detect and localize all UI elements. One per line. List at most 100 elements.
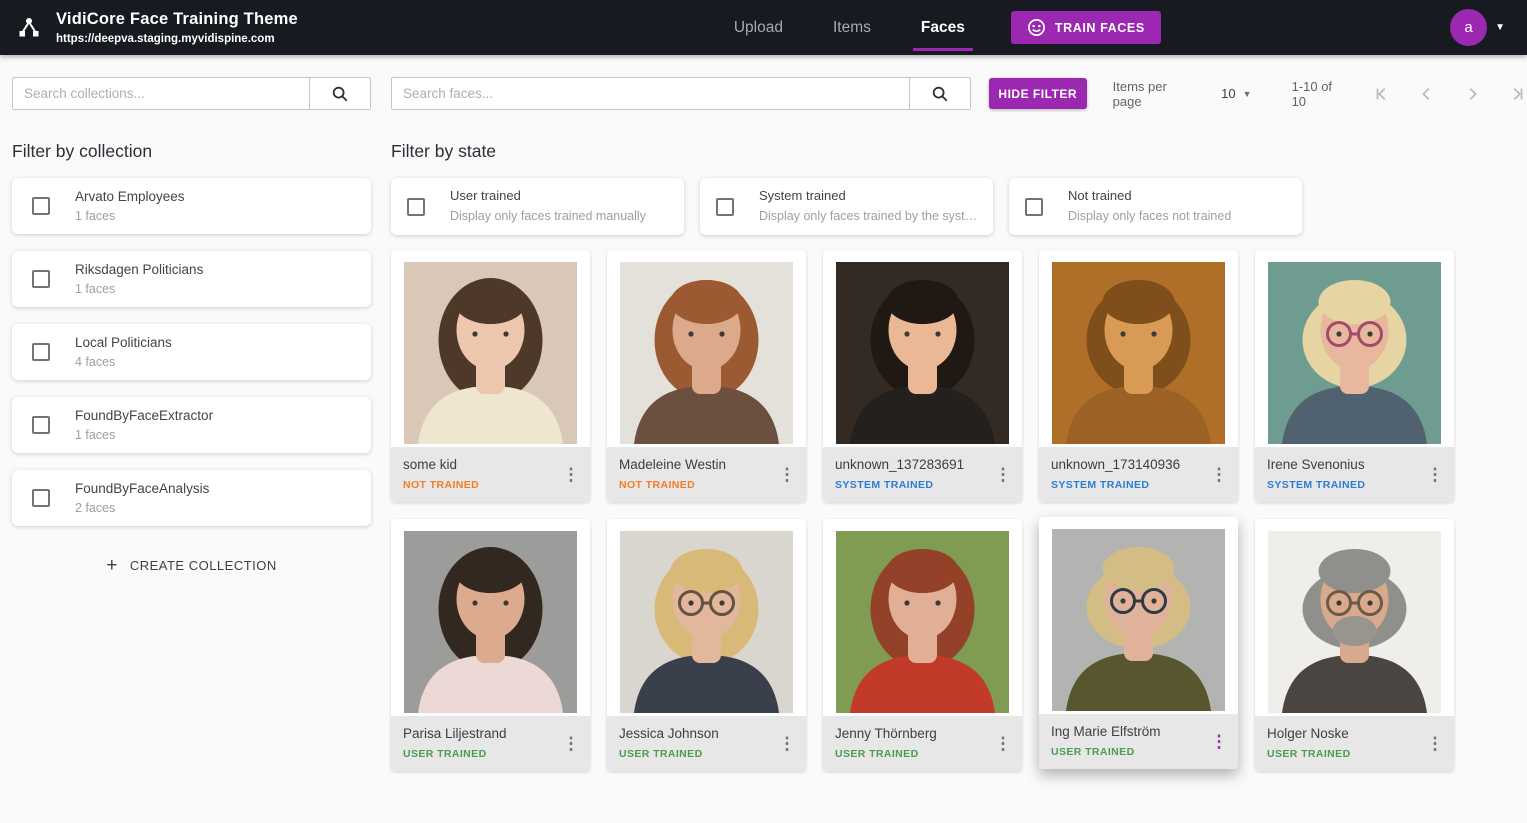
nav-tab-upload[interactable]: Upload [732, 13, 785, 43]
kebab-menu-icon[interactable]: ⋮ [988, 457, 1018, 493]
kebab-menu-icon[interactable]: ⋮ [772, 726, 802, 762]
collection-list: Arvato Employees 1 faces Riksdagen Polit… [12, 178, 371, 526]
kebab-menu-icon[interactable]: ⋮ [1204, 724, 1234, 760]
collections-search-button[interactable] [309, 78, 370, 109]
kebab-menu-icon[interactable]: ⋮ [556, 457, 586, 493]
collection-checkbox[interactable] [32, 343, 50, 361]
collection-checkbox[interactable] [32, 416, 50, 434]
face-card-footer: Ing Marie Elfström USER TRAINED ⋮ [1039, 714, 1238, 769]
state-filter-card[interactable]: Not trained Display only faces not train… [1009, 178, 1302, 235]
state-filter-text: User trained Display only faces trained … [450, 188, 646, 224]
face-card[interactable]: Ing Marie Elfström USER TRAINED ⋮ [1039, 517, 1238, 769]
face-card[interactable]: Holger Noske USER TRAINED ⋮ [1255, 519, 1454, 771]
state-filter-description: Display only faces trained by the syst… [759, 208, 977, 224]
kebab-menu-icon[interactable]: ⋮ [556, 726, 586, 762]
hair-front [1319, 280, 1391, 324]
face-meta: unknown_137283691 SYSTEM TRAINED [835, 457, 964, 492]
state-filter-checkbox[interactable] [716, 198, 734, 216]
kebab-menu-icon[interactable]: ⋮ [772, 457, 802, 493]
face-card[interactable]: Madeleine Westin NOT TRAINED ⋮ [607, 250, 806, 502]
eye-right [935, 600, 940, 605]
face-card[interactable]: Jenny Thörnberg USER TRAINED ⋮ [823, 519, 1022, 771]
eye-left [1120, 598, 1125, 603]
portrait-image [1268, 531, 1441, 713]
face-card-footer: Jenny Thörnberg USER TRAINED ⋮ [823, 716, 1022, 771]
collection-checkbox[interactable] [32, 270, 50, 288]
kebab-menu-icon[interactable]: ⋮ [988, 726, 1018, 762]
face-status: SYSTEM TRAINED [1051, 479, 1180, 492]
state-filter-checkbox[interactable] [407, 198, 425, 216]
face-meta: Jessica Johnson USER TRAINED [619, 726, 719, 761]
prev-page-button[interactable] [1417, 84, 1437, 104]
face-card[interactable]: unknown_137283691 SYSTEM TRAINED ⋮ [823, 250, 1022, 502]
collection-card[interactable]: Arvato Employees 1 faces [12, 178, 371, 234]
plus-icon: + [106, 556, 118, 575]
create-collection-button[interactable]: + CREATE COLLECTION [106, 556, 277, 575]
state-filter-card[interactable]: System trained Display only faces traine… [700, 178, 993, 235]
collection-checkbox[interactable] [32, 489, 50, 507]
train-faces-button[interactable]: TRAIN FACES [1011, 11, 1161, 44]
state-filter-card[interactable]: User trained Display only faces trained … [391, 178, 684, 235]
face-photo [391, 519, 590, 716]
collection-text: Riksdagen Politicians 1 faces [75, 261, 203, 297]
collection-card[interactable]: FoundByFaceAnalysis 2 faces [12, 470, 371, 526]
face-name: some kid [403, 457, 479, 473]
search-icon [931, 85, 949, 103]
face-card[interactable]: Jessica Johnson USER TRAINED ⋮ [607, 519, 806, 771]
face-icon [1027, 18, 1046, 37]
filter-by-collection-heading: Filter by collection [12, 141, 371, 161]
collection-card[interactable]: FoundByFaceExtractor 1 faces [12, 397, 371, 453]
title-block: VidiCore Face Training Theme https://dee… [56, 9, 298, 46]
nav-tab-items[interactable]: Items [831, 13, 873, 43]
collection-count: 1 faces [75, 281, 203, 297]
last-page-button[interactable] [1507, 84, 1527, 104]
eye-right [1367, 331, 1372, 336]
eye-left [1336, 600, 1341, 605]
face-photo [1039, 517, 1238, 714]
hair-front [671, 280, 743, 324]
face-card[interactable]: Irene Svenonius SYSTEM TRAINED ⋮ [1255, 250, 1454, 502]
hair-front [1319, 549, 1391, 593]
face-status: NOT TRAINED [403, 479, 479, 492]
collection-count: 1 faces [75, 208, 185, 224]
kebab-menu-icon[interactable]: ⋮ [1420, 457, 1450, 493]
vidicore-logo-icon [16, 15, 42, 41]
collection-card[interactable]: Riksdagen Politicians 1 faces [12, 251, 371, 307]
avatar[interactable]: a [1450, 9, 1487, 46]
face-card[interactable]: Parisa Liljestrand USER TRAINED ⋮ [391, 519, 590, 771]
items-per-page-select[interactable]: 10 ▼ [1221, 86, 1251, 101]
face-name: Holger Noske [1267, 726, 1351, 742]
face-status: USER TRAINED [403, 748, 507, 761]
state-filter-title: System trained [759, 188, 977, 205]
collection-checkbox[interactable] [32, 197, 50, 215]
faces-search-button[interactable] [909, 78, 970, 109]
kebab-menu-icon[interactable]: ⋮ [1204, 457, 1234, 493]
state-filter-title: Not trained [1068, 188, 1231, 205]
hair-front [1103, 547, 1175, 591]
face-card[interactable]: some kid NOT TRAINED ⋮ [391, 250, 590, 502]
next-page-button[interactable] [1462, 84, 1482, 104]
first-page-button[interactable] [1372, 84, 1392, 104]
items-per-page-value: 10 [1221, 86, 1235, 101]
face-status: SYSTEM TRAINED [1267, 479, 1365, 492]
face-card-footer: Holger Noske USER TRAINED ⋮ [1255, 716, 1454, 771]
state-filter-text: System trained Display only faces traine… [759, 188, 977, 224]
face-card-footer: unknown_173140936 SYSTEM TRAINED ⋮ [1039, 447, 1238, 502]
eye-right [719, 331, 724, 336]
collection-card[interactable]: Local Politicians 4 faces [12, 324, 371, 380]
nav-tab-faces[interactable]: Faces [919, 13, 967, 43]
face-card-footer: Irene Svenonius SYSTEM TRAINED ⋮ [1255, 447, 1454, 502]
state-filter-checkbox[interactable] [1025, 198, 1043, 216]
face-status: USER TRAINED [1051, 746, 1161, 759]
main-nav: Upload Items Faces [732, 13, 967, 43]
face-card[interactable]: unknown_173140936 SYSTEM TRAINED ⋮ [1039, 250, 1238, 502]
collections-search-input[interactable] [13, 78, 309, 109]
user-menu-caret-icon[interactable]: ▼ [1495, 22, 1505, 33]
hide-filter-button[interactable]: HIDE FILTER [989, 78, 1087, 109]
hair-front [887, 280, 959, 324]
create-collection-label: CREATE COLLECTION [130, 558, 277, 573]
faces-search-input[interactable] [392, 78, 909, 109]
kebab-menu-icon[interactable]: ⋮ [1420, 726, 1450, 762]
collection-count: 2 faces [75, 500, 209, 516]
chevron-left-icon [1418, 85, 1436, 103]
